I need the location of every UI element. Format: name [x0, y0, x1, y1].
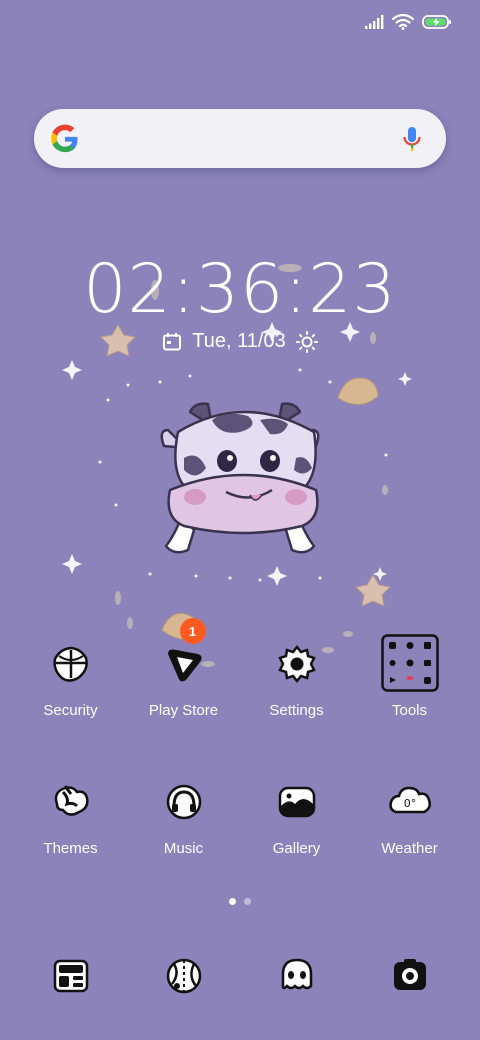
folder-icon: [380, 634, 439, 692]
app-tools[interactable]: Tools: [353, 634, 466, 719]
brush-icon: [47, 778, 95, 826]
app-themes[interactable]: Themes: [14, 778, 127, 857]
app-label: Gallery: [272, 840, 321, 857]
gallery-icon: [273, 778, 321, 826]
app-label: Music: [163, 840, 204, 857]
notification-badge: 1: [179, 618, 206, 644]
signal-icon: [365, 15, 384, 29]
calendar-icon: [163, 332, 182, 350]
wifi-icon: [392, 14, 414, 30]
dock-calculator[interactable]: [14, 952, 127, 1000]
app-label: Security: [43, 702, 98, 719]
clock-time[interactable]: 02:36:23: [0, 250, 480, 330]
page-indicator[interactable]: [0, 898, 480, 905]
app-row-2: Themes Music Gallery 0° Weather: [14, 778, 466, 857]
app-play-store[interactable]: 1 Play Store: [127, 618, 240, 719]
app-gallery[interactable]: Gallery: [240, 778, 353, 857]
search-bar[interactable]: [34, 109, 446, 168]
app-weather[interactable]: 0° Weather: [353, 778, 466, 857]
dock-browser[interactable]: [127, 952, 240, 1000]
search-input[interactable]: [92, 129, 390, 148]
app-music[interactable]: Music: [127, 778, 240, 857]
date-row[interactable]: Tue, 11/03: [0, 330, 480, 353]
app-row-1: Security 1 Play Store Settings Tools: [14, 618, 466, 719]
app-label: Play Store: [148, 702, 219, 719]
page-dot-1[interactable]: [229, 898, 236, 905]
play-store-icon: 1: [160, 618, 208, 688]
headphones-icon: [160, 778, 208, 826]
status-bar: [364, 12, 452, 32]
calculator-icon: [47, 952, 95, 1000]
page-dot-2[interactable]: [244, 898, 251, 905]
date-text: Tue, 11/03: [192, 330, 286, 352]
messages-icon: [273, 952, 321, 1000]
app-label: Tools: [391, 702, 428, 719]
app-settings[interactable]: Settings: [240, 640, 353, 719]
dock: [14, 952, 466, 1000]
mic-icon[interactable]: [402, 125, 422, 153]
app-security[interactable]: Security: [14, 640, 127, 719]
battery-charging-icon: [422, 15, 451, 29]
sun-icon: [295, 330, 318, 353]
browser-icon: [160, 952, 208, 1000]
weather-temperature: 0°: [403, 797, 416, 810]
gear-icon: [273, 640, 321, 688]
dock-camera[interactable]: [353, 952, 466, 1000]
app-label: Settings: [269, 702, 324, 719]
cloud-icon: 0°: [386, 778, 434, 826]
app-label: Weather: [381, 840, 438, 857]
dock-messages[interactable]: [240, 952, 353, 1000]
google-logo-icon: [51, 124, 78, 152]
app-label: Themes: [43, 840, 98, 857]
camera-icon: [386, 952, 434, 1000]
shield-icon: [47, 640, 95, 688]
